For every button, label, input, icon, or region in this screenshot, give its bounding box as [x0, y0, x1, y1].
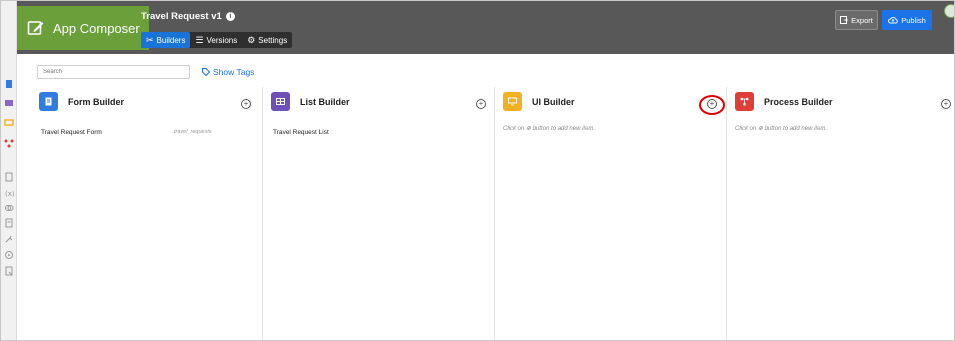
add-form-button[interactable]: + — [241, 99, 251, 109]
info-icon[interactable]: i — [225, 12, 235, 21]
page-icon[interactable] — [4, 172, 14, 182]
search-input[interactable] — [37, 65, 190, 79]
show-tags-label: Show Tags — [213, 67, 255, 77]
tab-versions-label: Versions — [206, 35, 238, 45]
tag-icon — [202, 68, 210, 76]
list-lines-icon: ☰ — [195, 34, 204, 45]
list-item[interactable]: Travel Request Form — [41, 129, 102, 136]
item-tag: travel_requests — [174, 129, 212, 135]
publish-button[interactable]: Publish — [882, 10, 932, 30]
process-icon — [735, 92, 754, 111]
add-list-button[interactable]: + — [476, 99, 486, 109]
list-icon — [271, 92, 290, 111]
monitor-icon[interactable] — [4, 118, 14, 128]
brand-block[interactable]: App Composer — [17, 6, 149, 50]
avatar[interactable] — [944, 4, 954, 18]
list-item[interactable]: Travel Request List — [273, 129, 329, 136]
ui-builder-header: UI Builder — [503, 92, 575, 111]
export-icon — [840, 16, 849, 24]
edit-icon — [27, 21, 44, 35]
brand-name: App Composer — [53, 20, 140, 36]
gear-icon: ⚙ — [247, 34, 256, 45]
tab-versions[interactable]: ☰ Versions — [190, 32, 242, 48]
publish-label: Publish — [901, 15, 926, 25]
export-button[interactable]: Export — [835, 10, 878, 30]
process-builder-header: Process Builder — [735, 92, 833, 111]
list-icon[interactable] — [4, 98, 14, 108]
ui-builder-title: UI Builder — [532, 96, 575, 107]
svg-text:(x): (x) — [5, 190, 14, 198]
process-builder-title: Process Builder — [764, 96, 833, 107]
app-title: Travel Request v1 i — [141, 11, 235, 22]
form-icon — [39, 92, 58, 111]
cloud-upload-icon — [888, 17, 898, 24]
process-builder-column: Process Builder + Click on ⊕ button to a… — [727, 87, 954, 340]
plugin-icon[interactable] — [4, 234, 14, 244]
app-window: (x) App Composer Travel Request v1 i ✂ B… — [0, 0, 955, 341]
tools-icon: ✂ — [146, 34, 154, 45]
gauge-icon[interactable] — [4, 250, 14, 260]
builder-tabs: ✂ Builders ☰ Versions ⚙ Settings — [141, 32, 293, 48]
list-builder-header: List Builder — [271, 92, 350, 111]
ui-builder-column: UI Builder + Click on ⊕ button to add ne… — [495, 87, 727, 340]
variable-icon[interactable]: (x) — [4, 188, 14, 198]
note-icon[interactable] — [4, 266, 14, 276]
tab-builders[interactable]: ✂ Builders — [141, 32, 191, 48]
empty-hint: Click on ⊕ button to add new item. — [503, 126, 596, 132]
monitor-icon — [503, 92, 522, 111]
tab-builders-label: Builders — [156, 35, 186, 45]
list-builder-title: List Builder — [300, 96, 350, 107]
process-icon[interactable] — [4, 138, 14, 148]
tab-settings-label: Settings — [258, 35, 288, 45]
form-builder-header: Form Builder — [39, 92, 124, 111]
form-icon[interactable] — [4, 79, 14, 89]
export-label: Export — [851, 15, 873, 25]
form-builder-column: Form Builder + Travel Request Form trave… — [31, 87, 263, 340]
show-tags-link[interactable]: Show Tags — [202, 67, 254, 77]
left-icon-rail: (x) — [1, 1, 17, 340]
app-title-text: Travel Request v1 — [141, 11, 222, 22]
tab-settings[interactable]: ⚙ Settings — [242, 32, 292, 48]
form-builder-title: Form Builder — [68, 96, 125, 107]
add-process-button[interactable]: + — [941, 99, 951, 109]
top-bar: App Composer Travel Request v1 i ✂ Build… — [17, 1, 954, 54]
document-icon[interactable] — [4, 218, 14, 228]
empty-hint: Click on ⊕ button to add new item. — [735, 126, 828, 132]
list-builder-column: List Builder + Travel Request List — [263, 87, 495, 340]
link-icon[interactable] — [4, 203, 14, 213]
highlight-ring — [699, 95, 725, 115]
